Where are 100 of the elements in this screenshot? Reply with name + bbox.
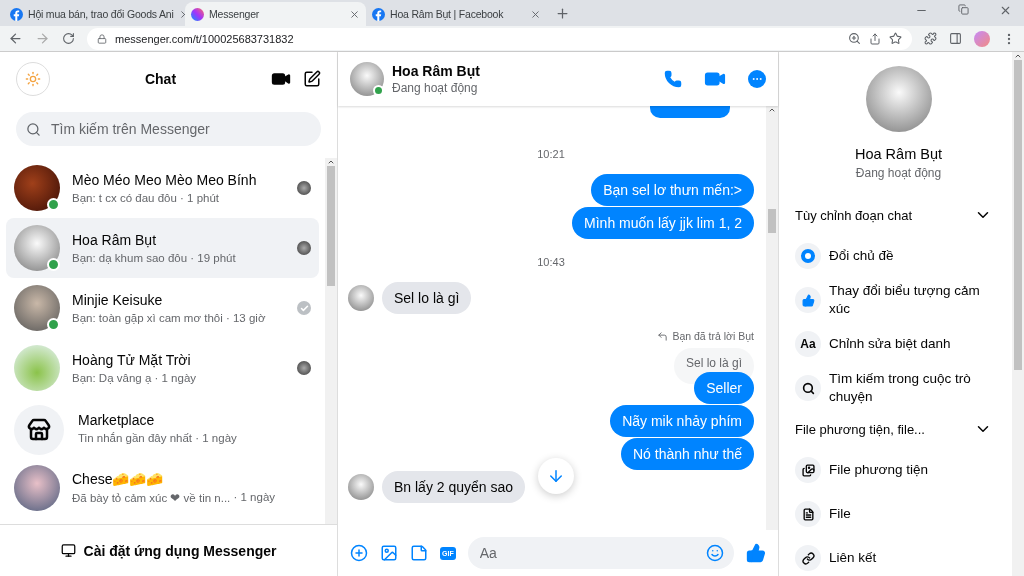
more-icon[interactable] [748,70,766,88]
message-preview: Bạn: t cx có đau đôu [72,192,177,204]
message-preview: Tin nhắn gần đây nhất [78,432,193,444]
scroll-up-icon[interactable] [327,158,335,166]
arrow-down-icon [547,467,565,485]
conversation-item[interactable]: Chese🧀🧀🧀 Đã bày tỏ cảm xúc ❤ về tin n... · 1 ngày [6,458,319,518]
new-tab-icon[interactable] [555,5,570,21]
lock-icon [97,33,107,44]
search-field[interactable]: Tìm kiếm trên Messenger [16,112,321,146]
scroll-up-icon[interactable] [768,106,776,114]
scrollbar-thumb[interactable] [1014,60,1022,370]
conversation-item[interactable]: Hoa Râm Bụt Bạn: dạ khum sao đôu · 19 phút [6,218,319,278]
contact-name: Hoàng Tử Mặt Trời [72,352,192,368]
zoom-icon[interactable] [848,32,861,45]
message-bubble: Sel lo là gì [382,282,472,314]
section-header[interactable]: Tùy chỉnh đoạn chat [795,198,1002,236]
side-panel-icon[interactable] [949,32,962,45]
reply-icon [657,330,669,342]
panel-title: Chat [143,71,178,87]
contact-name: Hoa Râm Bụt [72,232,158,248]
time-label: · 13 giờ [224,312,266,324]
avatar-placeholder [350,62,384,96]
time-label: · 1 ngày [194,432,237,444]
store-icon [14,405,64,455]
conversation-item[interactable]: Minjie Keisuke Bạn: toàn gặp xì cam mơ thôi · 13 giờ [6,278,319,338]
facebook-icon [10,7,23,21]
images-icon [801,463,815,477]
message-preview: Bạn: dạ khum sao đôu [72,252,188,264]
conversation-item[interactable]: Hoàng Tử Mặt Trời Bạn: Dạ vâng ạ · 1 ngày [6,338,319,398]
avatar-placeholder [14,345,60,391]
avatar-placeholder [14,225,60,271]
menu-item[interactable]: File [795,494,1002,534]
message-preview: Đã bày tỏ cảm xúc ❤ về tin n... [72,491,231,505]
forward-icon[interactable] [35,31,50,46]
text-icon: Aa [800,337,816,351]
timestamp: 10:21 [536,148,566,160]
thumbs-up-icon[interactable] [746,543,766,563]
menu-item[interactable]: Tìm kiếm trong cuộc trò chuyện [795,368,1002,408]
time-label: · 19 phút [189,252,236,264]
monitor-icon [60,543,76,558]
timestamp: 10:43 [536,256,566,268]
search-icon [26,121,41,137]
message-bubble: Bạn sel lơ thưn mến:> [591,174,754,206]
contact-name: Hoa Râm Bụt [392,63,481,79]
message-bubble: Nó thành như thế [621,438,754,470]
status-text: Đang hoạt động [855,166,942,180]
scrollbar[interactable] [1012,52,1024,576]
menu-item[interactable]: Đổi chủ đề [795,236,1002,276]
conversation-item[interactable]: Mèo Méo Meo Mèo Meo Bính Bạn: t cx có đau đôu · 1 phút [6,158,319,218]
scroll-down-button[interactable] [538,458,574,494]
message-bubble: Mình muốn lấy jjk lim 1, 2 [572,207,754,239]
section-header[interactable]: File phương tiện, file... [795,412,1002,450]
phone-icon[interactable] [664,70,682,88]
thumbs-up-icon [801,293,815,307]
restore-icon[interactable] [958,3,969,17]
search-input[interactable]: Tìm kiếm trên Messenger [49,120,311,138]
avatar-placeholder [348,285,374,311]
contact-name: Hoa Râm Bụt [854,146,942,162]
browser-tab[interactable]: Hoa Râm Bụt | Facebook [366,2,547,26]
scroll-up-icon[interactable] [1014,52,1022,60]
scrollbar[interactable] [325,158,337,524]
message-bubble: Seller [694,372,754,404]
sticker-icon[interactable] [410,544,428,562]
star-icon[interactable] [889,32,902,45]
compose-icon[interactable] [303,70,321,88]
menu-item[interactable]: Thay đổi biểu tượng cảm xúc [795,280,1002,320]
search-icon [801,381,815,395]
image-icon[interactable] [380,544,398,562]
profile-avatar[interactable] [974,30,990,47]
conversation-item[interactable]: Marketplace Tin nhắn gần đây nhất · 1 ngày [6,398,319,458]
address-field[interactable]: messenger.com/t/100025683731832 [87,27,912,50]
message-preview: Bạn: toàn gặp xì cam mơ thôi [72,312,223,324]
link-icon [801,551,815,565]
reload-icon[interactable] [62,32,75,45]
plus-icon[interactable] [350,544,368,562]
puzzle-icon[interactable] [924,32,937,45]
scrollbar[interactable] [766,106,778,530]
facebook-icon [372,7,385,21]
avatar-placeholder [14,285,60,331]
scrollbar-thumb[interactable] [768,209,776,233]
smile-icon[interactable] [706,544,724,562]
time-label: · 1 ngày [153,372,197,384]
menu-item[interactable]: Aa Chỉnh sửa biệt danh [795,324,1002,364]
message-preview: Bạn: Dạ vâng ạ [72,372,152,384]
share-icon[interactable] [869,32,881,45]
message-field[interactable]: Aa [467,537,734,569]
menu-item[interactable]: File phương tiện [795,450,1002,490]
time-label: · 1 phút [179,192,220,204]
theme-icon [801,249,815,263]
avatar-placeholder [14,465,60,511]
status-text: Đang hoạt động [392,81,479,95]
file-icon [801,507,815,521]
scrollbar-thumb[interactable] [327,166,335,286]
message-input[interactable]: Aa [477,544,706,562]
back-icon[interactable] [8,31,23,46]
browser-tab[interactable]: Messenger [185,2,366,26]
contact-name: Marketplace [78,412,156,428]
menu-item[interactable]: Liên kết [795,538,1002,576]
avatar-placeholder [348,474,374,500]
message-bubble: Nãy mik nhảy phím [610,405,754,437]
